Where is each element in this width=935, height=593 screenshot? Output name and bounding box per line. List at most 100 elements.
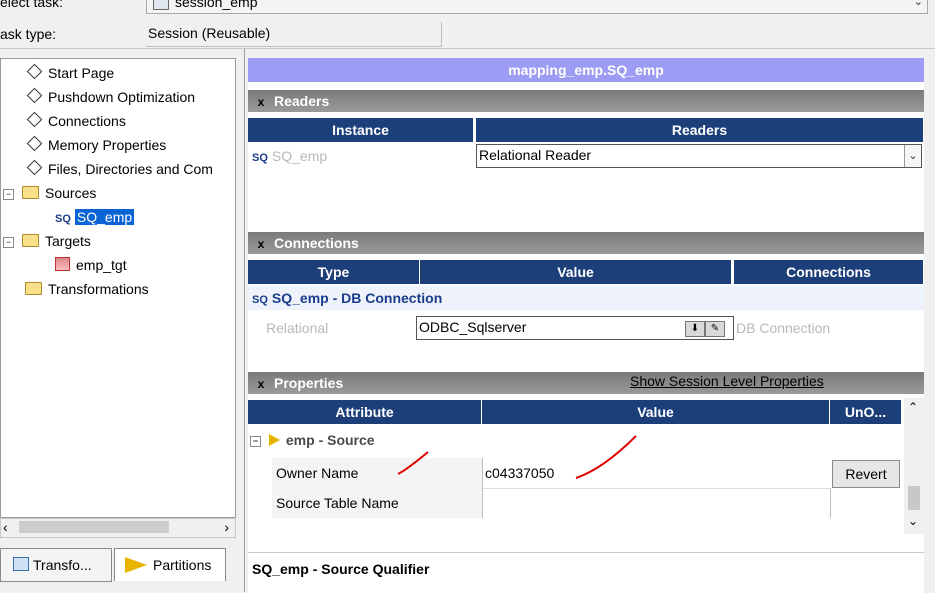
transformations-icon <box>13 557 29 571</box>
connections-section-header[interactable]: x Connections <box>248 232 924 254</box>
task-type-value: Session (Reusable) <box>148 25 271 41</box>
col-type: Type <box>248 260 420 284</box>
panel-title: mapping_emp.SQ_emp <box>248 58 924 82</box>
select-task-label: elect task: <box>0 0 64 10</box>
tree-item-label: Start Page <box>48 65 115 81</box>
source-table-name-value[interactable] <box>482 488 831 518</box>
attribute-label: Source Table Name <box>276 495 399 511</box>
section-title: Properties <box>274 375 344 391</box>
connection-connections-cell[interactable]: DB Connection <box>736 316 922 340</box>
source-qualifier-icon: SQ <box>252 294 268 306</box>
readers-section-header[interactable]: x Readers <box>248 90 924 112</box>
instance-value: SQ_emp <box>271 148 328 164</box>
collapse-icon[interactable]: − <box>3 189 14 200</box>
group-label: emp - Source <box>285 432 375 448</box>
tree-item-label: Targets <box>45 233 91 249</box>
tree-item-start-page[interactable]: Start Page <box>26 63 115 83</box>
connection-value: ODBC_Sqlserver <box>419 319 527 335</box>
session-tree[interactable]: Start Page Pushdown Optimization Connect… <box>0 58 236 518</box>
annotation-mark-icon <box>397 451 429 475</box>
annotation-mark-icon <box>575 435 637 479</box>
description-title: SQ_emp - Source Qualifier <box>252 561 430 577</box>
reader-select[interactable]: Relational Reader ⌄ <box>476 144 922 168</box>
scroll-right-icon[interactable]: › <box>224 519 229 535</box>
attribute-label: Owner Name <box>276 465 359 481</box>
col-connections: Connections <box>734 260 924 284</box>
tree-item-pushdown[interactable]: Pushdown Optimization <box>26 87 196 107</box>
properties-vertical-scrollbar[interactable]: ⌃ ⌄ <box>904 398 924 534</box>
target-icon <box>55 257 70 271</box>
chevron-down-icon[interactable]: ⌄ <box>914 0 923 8</box>
source-table-name-action[interactable] <box>830 488 903 518</box>
diamond-icon <box>26 135 43 152</box>
chevron-up-icon[interactable]: ⌃ <box>908 400 918 414</box>
scrollbar-thumb[interactable] <box>908 486 920 510</box>
tree-item-targets[interactable]: − Targets <box>3 231 91 251</box>
session-icon <box>153 0 169 10</box>
tree-item-transformations[interactable]: Transformations <box>25 279 149 299</box>
connection-type-cell: Relational <box>266 320 329 336</box>
source-qualifier-icon: SQ <box>252 152 268 164</box>
tab-partitions[interactable]: Partitions <box>114 548 226 581</box>
folder-icon <box>22 186 39 199</box>
folder-icon <box>22 234 39 247</box>
attribute-value: c04337050 <box>485 465 555 481</box>
tree-item-files[interactable]: Files, Directories and Com <box>26 159 213 179</box>
tab-label: Partitions <box>153 557 212 573</box>
scrollbar-thumb[interactable] <box>19 521 169 533</box>
collapse-icon[interactable]: x <box>248 373 274 395</box>
tree-item-label: Pushdown Optimization <box>48 89 196 105</box>
collapse-icon[interactable]: − <box>250 436 261 447</box>
arrow-down-icon[interactable]: ⬇ <box>685 321 705 337</box>
partitions-icon <box>125 557 147 573</box>
source-table-name-label: Source Table Name <box>272 488 482 518</box>
connection-group-row: SQ SQ_emp - DB Connection <box>248 286 924 310</box>
description-bar: SQ_emp - Source Qualifier <box>248 552 924 593</box>
left-tabs: Transfo... Partitions <box>0 544 240 584</box>
properties-panel: mapping_emp.SQ_emp x Readers Instance Rea… <box>248 58 924 593</box>
collapse-icon[interactable]: x <box>248 91 274 113</box>
tree-item-label: Connections <box>48 113 126 129</box>
reader-value: Relational Reader <box>479 147 592 163</box>
select-task-value: session_emp <box>175 0 258 10</box>
header-divider <box>0 48 935 49</box>
section-title: Connections <box>274 235 359 251</box>
task-type-label: ask type: <box>0 26 57 42</box>
connection-value-cell[interactable]: ODBC_Sqlserver ⬇ ✎ <box>416 316 734 340</box>
tree-item-label: emp_tgt <box>76 257 127 273</box>
collapse-icon[interactable]: x <box>248 233 274 255</box>
diamond-icon <box>26 111 43 128</box>
tree-item-connections[interactable]: Connections <box>26 111 126 131</box>
owner-name-label: Owner Name <box>272 458 482 489</box>
tree-item-emp-tgt[interactable]: emp_tgt <box>55 255 127 275</box>
task-type-field: Session (Reusable) <box>146 22 442 47</box>
diamond-icon <box>26 63 43 80</box>
col-unoverride: UnO... <box>830 400 902 424</box>
col-value: Value <box>420 260 732 284</box>
col-instance: Instance <box>248 118 474 142</box>
group-label: SQ_emp - DB Connection <box>271 290 443 306</box>
tab-transformations[interactable]: Transfo... <box>0 548 112 582</box>
show-session-level-link[interactable]: Show Session Level Properties <box>630 370 824 392</box>
diamond-icon <box>26 87 43 104</box>
edit-pencil-icon[interactable]: ✎ <box>705 321 725 337</box>
chevron-down-icon[interactable]: ⌄ <box>904 145 921 167</box>
tree-item-memory[interactable]: Memory Properties <box>26 135 166 155</box>
tree-item-label: Sources <box>45 185 97 201</box>
folder-icon <box>25 282 42 295</box>
splitter[interactable] <box>244 49 245 592</box>
owner-name-value[interactable]: c04337050 <box>482 458 831 489</box>
chevron-down-icon[interactable]: ⌄ <box>908 514 918 528</box>
tree-item-label: SQ_emp <box>74 209 135 225</box>
revert-button[interactable]: Revert <box>832 460 900 488</box>
collapse-icon[interactable]: − <box>3 237 14 248</box>
tab-label: Transfo... <box>33 557 92 573</box>
tree-horizontal-scrollbar[interactable]: ‹ › <box>0 518 236 538</box>
tree-item-label: Files, Directories and Com <box>48 161 213 177</box>
tree-item-sources[interactable]: − Sources <box>3 183 96 203</box>
reader-instance-cell: SQ SQ_emp <box>252 144 472 168</box>
tree-item-sq-emp[interactable]: SQ SQ_emp <box>55 207 135 227</box>
select-task-combo[interactable]: session_emp ⌄ <box>146 0 928 14</box>
scroll-left-icon[interactable]: ‹ <box>3 519 8 535</box>
source-qualifier-icon: SQ <box>55 213 71 225</box>
